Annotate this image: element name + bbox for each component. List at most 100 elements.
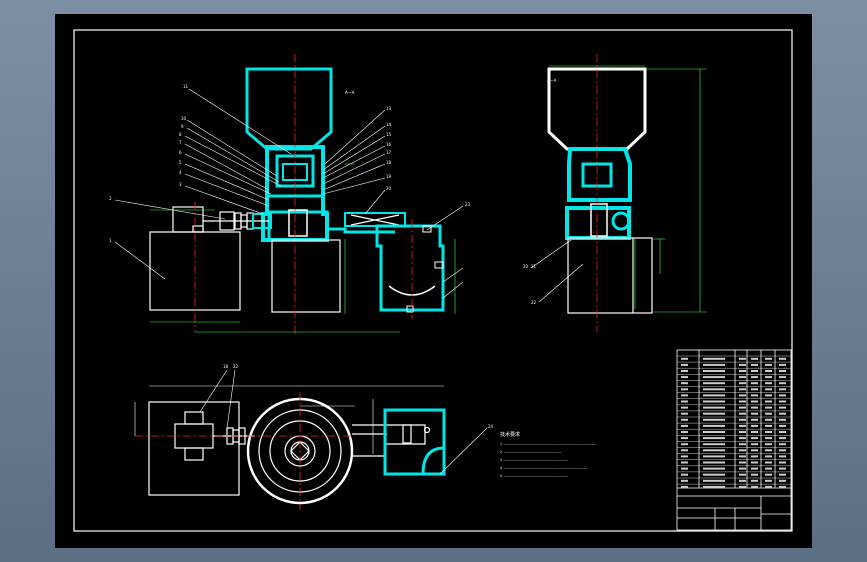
- parts-cell-mark: [703, 461, 725, 464]
- parts-cell-mark: [681, 479, 688, 482]
- parts-cell-mark: [739, 376, 746, 379]
- parts-cell-mark: [703, 479, 725, 482]
- parts-cell-mark: [703, 406, 725, 409]
- parts-cell-mark: [703, 382, 725, 385]
- drawing-frame: A—A A—A 技术要求 1. ————————————————————————…: [55, 14, 812, 548]
- parts-cell-mark: [751, 418, 758, 421]
- front-balloon: 2: [109, 196, 112, 201]
- front-balloon: 9: [181, 124, 184, 129]
- parts-cell-mark: [739, 357, 746, 360]
- parts-cell-mark: [779, 406, 786, 409]
- parts-cell-mark: [765, 412, 772, 415]
- parts-cell-mark: [779, 418, 786, 421]
- centerlines-plan: [135, 392, 355, 510]
- parts-cell-mark: [751, 485, 758, 488]
- side-view: [547, 67, 653, 314]
- parts-cell-mark: [703, 376, 725, 379]
- parts-cell-mark: [751, 424, 758, 427]
- parts-cell-mark: [751, 461, 758, 464]
- parts-cell-mark: [779, 443, 786, 446]
- parts-cell-mark: [751, 455, 758, 458]
- front-balloon: 3: [179, 182, 182, 187]
- parts-list: [676, 349, 792, 531]
- parts-cell-mark: [739, 455, 746, 458]
- parts-cell-mark: [779, 412, 786, 415]
- parts-cell-mark: [703, 455, 725, 458]
- parts-cell-mark: [739, 412, 746, 415]
- parts-cell-mark: [739, 394, 746, 397]
- side-balloon: 23: [465, 202, 471, 207]
- parts-cell-mark: [681, 382, 688, 385]
- parts-cell-mark: [703, 370, 725, 372]
- front-view: [149, 67, 445, 313]
- centerlines-front: [194, 54, 413, 334]
- parts-cell-mark: [779, 376, 786, 379]
- parts-cell-mark: [779, 357, 786, 360]
- parts-cell-mark: [703, 485, 725, 488]
- parts-cell-mark: [765, 437, 772, 440]
- parts-cell-mark: [703, 424, 725, 427]
- parts-cell-mark: [751, 357, 758, 360]
- parts-cell-mark: [681, 357, 688, 360]
- parts-cell-mark: [703, 437, 725, 440]
- section-mark-right: A—A: [547, 78, 557, 83]
- parts-cell-mark: [703, 418, 725, 421]
- parts-cell-mark: [739, 424, 746, 427]
- front-balloon: 8: [179, 132, 182, 137]
- parts-cell-mark: [703, 357, 725, 360]
- parts-cell-mark: [681, 431, 688, 433]
- front-right-balloon: 16: [386, 142, 392, 147]
- parts-cell-mark: [779, 449, 786, 452]
- parts-cell-mark: [739, 382, 746, 385]
- parts-cell-mark: [779, 394, 786, 397]
- parts-cell-mark: [765, 357, 772, 360]
- front-right-balloon: 15: [386, 132, 392, 137]
- note-1: 1. —————————————————————————————: [500, 442, 597, 446]
- parts-cell-mark: [765, 388, 772, 391]
- parts-cell-mark: [779, 400, 786, 403]
- parts-cell-mark: [751, 467, 758, 470]
- parts-cell-mark: [765, 467, 772, 470]
- parts-cell-mark: [765, 424, 772, 427]
- parts-cell-mark: [739, 467, 746, 470]
- parts-cell-mark: [681, 394, 688, 397]
- parts-cell-mark: [681, 412, 688, 415]
- parts-cell-mark: [739, 418, 746, 421]
- parts-cell-mark: [681, 461, 688, 464]
- section-mark: A—A: [345, 90, 355, 95]
- parts-cell-mark: [765, 449, 772, 452]
- note-3: 3. ————————————————————: [500, 458, 569, 462]
- front-balloon: 10: [181, 116, 187, 121]
- parts-cell-mark: [779, 473, 786, 476]
- parts-cell-mark: [779, 363, 786, 366]
- parts-cell-mark: [765, 363, 772, 366]
- parts-cell-mark: [765, 473, 772, 476]
- parts-cell-mark: [751, 406, 758, 409]
- parts-cell-mark: [765, 406, 772, 409]
- parts-cell-mark: [681, 406, 688, 409]
- parts-cell-mark: [751, 370, 758, 372]
- parts-rows: [677, 355, 791, 485]
- note-5: 5. ————————————————————: [500, 474, 569, 478]
- parts-cell-mark: [779, 479, 786, 482]
- parts-cell-mark: [779, 431, 786, 433]
- hopper: [245, 67, 333, 151]
- parts-cell-mark: [765, 461, 772, 464]
- parts-cell-mark: [703, 394, 725, 397]
- parts-cell-mark: [765, 455, 772, 458]
- parts-cell-mark: [751, 443, 758, 446]
- parts-cell-mark: [681, 376, 688, 379]
- parts-cell-mark: [751, 473, 758, 476]
- parts-cell-mark: [751, 363, 758, 366]
- leaders-front: [114, 88, 464, 299]
- parts-cell-mark: [751, 388, 758, 391]
- parts-cell-mark: [681, 473, 688, 476]
- parts-cell-mark: [681, 443, 688, 446]
- side-balloon: 20: [523, 264, 529, 269]
- parts-cell-mark: [703, 412, 725, 415]
- parts-cell-mark: [779, 370, 786, 372]
- parts-cell-mark: [739, 388, 746, 391]
- plan-balloon: 22: [233, 364, 239, 369]
- parts-cell-mark: [681, 363, 688, 366]
- parts-cell-mark: [765, 479, 772, 482]
